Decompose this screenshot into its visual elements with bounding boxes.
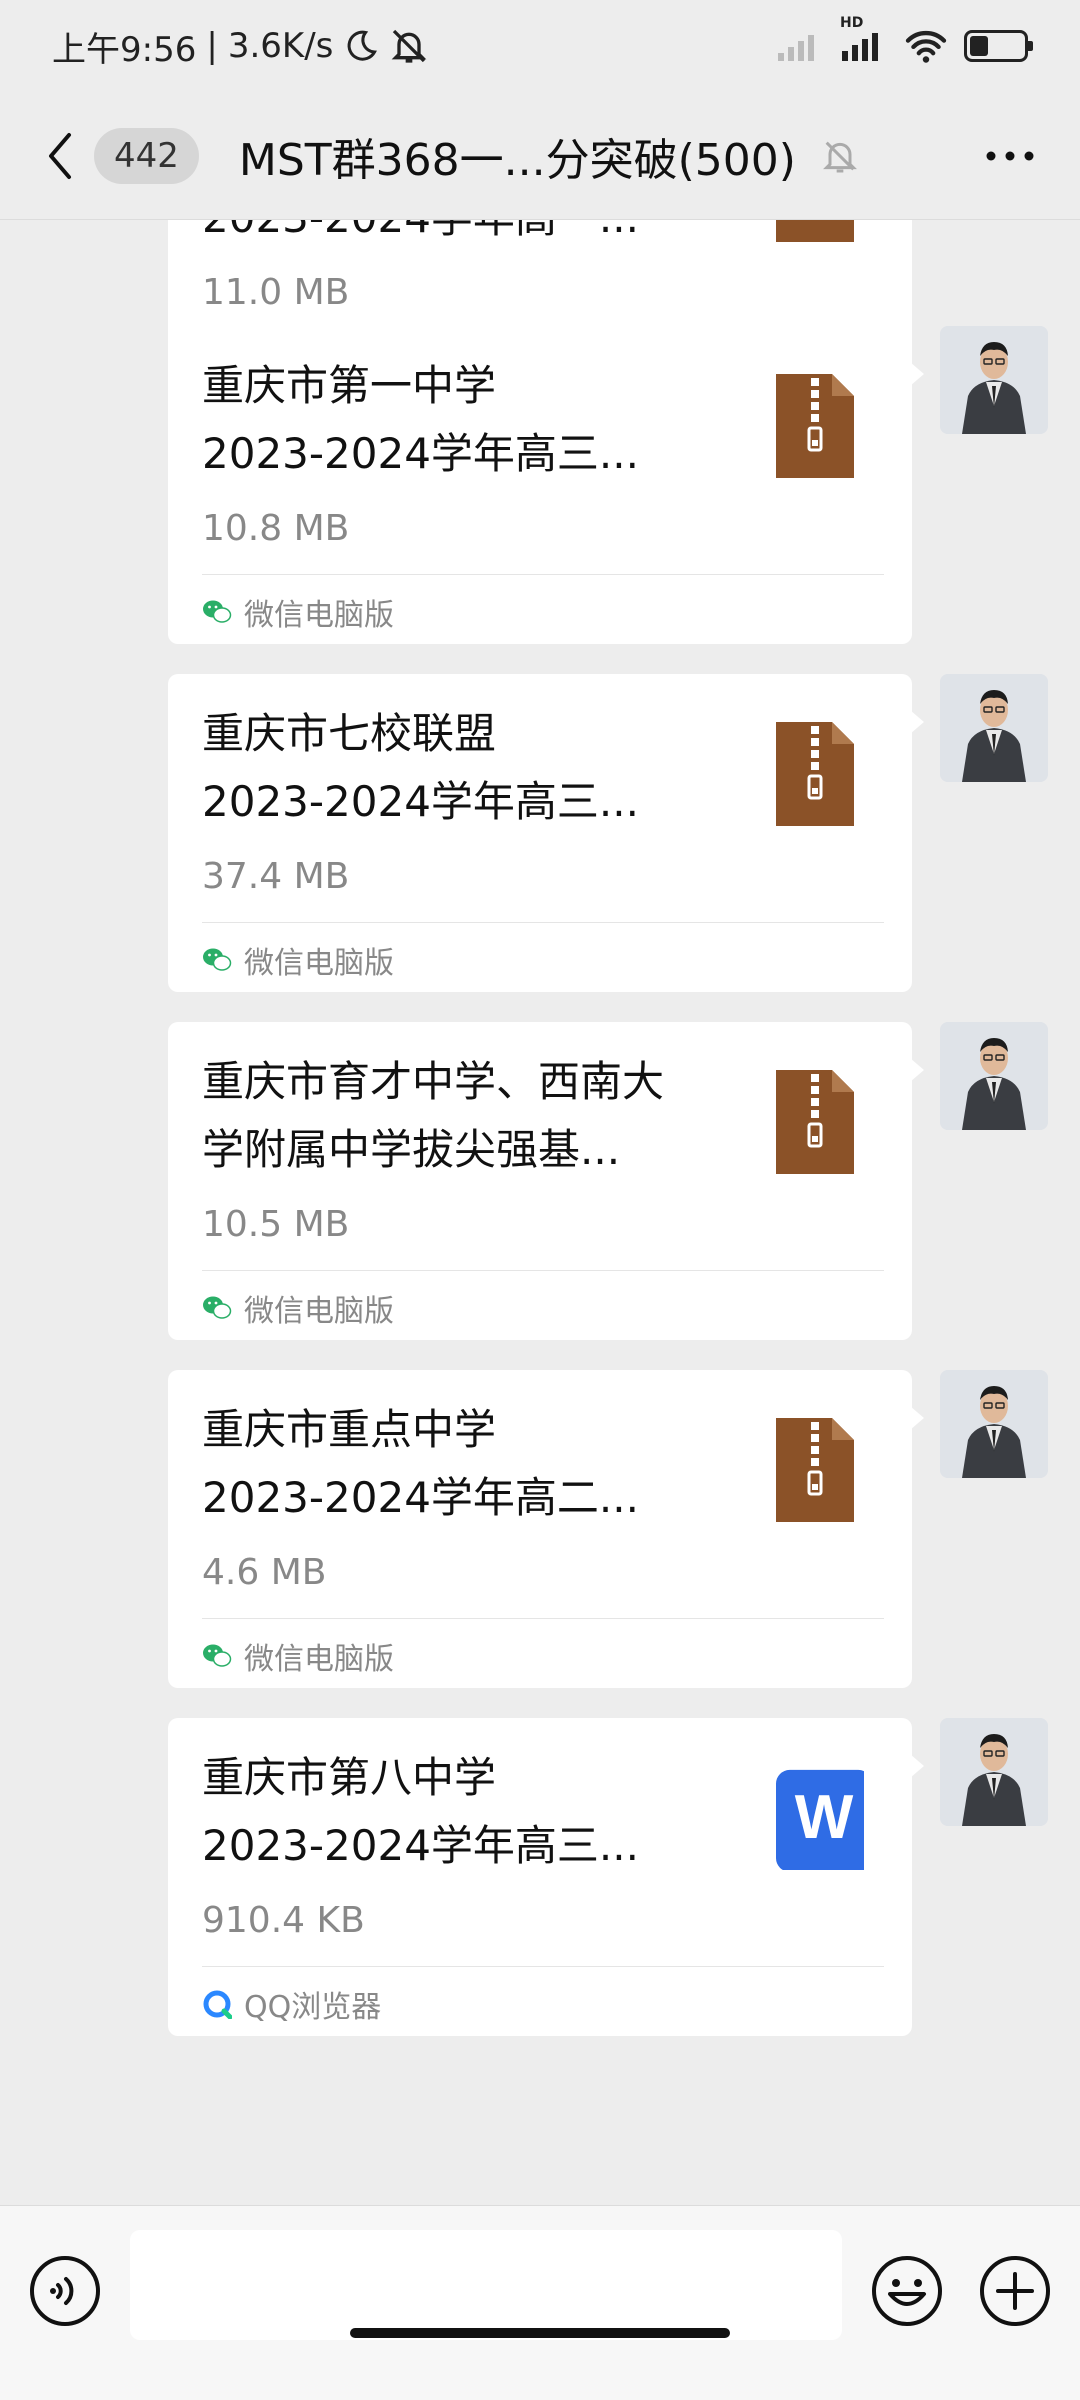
emoji-icon[interactable] (870, 2254, 944, 2328)
qq-browser-icon (203, 1990, 232, 2019)
chat-header: 442 MST群368一...分突破(500) (0, 92, 1080, 220)
card-divider (202, 1270, 884, 1271)
wechat-icon (203, 600, 232, 623)
file-name-line1: 重庆市第八中学 (202, 1753, 497, 1802)
file-source: QQ浏览器 (202, 1982, 381, 2026)
message-input[interactable] (130, 2230, 842, 2340)
file-name-line1: 重庆市重点中学 (202, 1405, 497, 1454)
file-source: 微信电脑版 (202, 1286, 394, 1330)
file-name-line2: 学附属中学拔尖强基... (202, 1125, 621, 1174)
status-separator: | (206, 26, 218, 66)
zip-file-icon (776, 220, 854, 242)
bubble-tail (910, 362, 924, 386)
file-name: 重庆市第八中学 2023-2024学年高三... (202, 1744, 742, 1880)
chat-title: MST群368一...分突破(500) (238, 134, 796, 186)
file-size: 4.6 MB (202, 1552, 327, 1593)
back-button[interactable] (30, 116, 90, 196)
file-name-line2: 2023-2024学年高一... (202, 220, 742, 252)
file-card[interactable]: 重庆市育才中学、西南大 学附属中学拔尖强基... 10.5 MB 微信电脑版 (168, 1022, 924, 1340)
avatar[interactable] (940, 326, 1048, 434)
file-name-line2: 2023-2024学年高三... (202, 777, 639, 826)
wechat-icon (203, 948, 232, 971)
file-card[interactable]: 重庆市七校联盟 2023-2024学年高三... 37.4 MB 微信电脑版 (168, 674, 924, 992)
file-card[interactable]: 重庆市重点中学 2023-2024学年高二... 4.6 MB 微信电脑版 (168, 1370, 924, 1688)
file-source-label: 微信电脑版 (244, 598, 394, 633)
file-name: 重庆市巴蜀中学 2023-2024学年高一... (202, 220, 742, 252)
file-source: 微信电脑版 (202, 938, 394, 982)
moon-icon (347, 30, 378, 61)
file-size: 10.5 MB (202, 1204, 350, 1245)
wifi-icon (905, 30, 947, 63)
more-options-button[interactable] (970, 116, 1050, 196)
hd-label: HD (840, 15, 864, 31)
file-name: 重庆市第一中学 2023-2024学年高三... (202, 352, 742, 488)
wechat-icon (203, 1296, 232, 1319)
bubble-tail (910, 1406, 924, 1430)
wechat-icon (203, 1644, 232, 1667)
input-bar (0, 2205, 1080, 2400)
file-card[interactable]: 重庆市第八中学 2023-2024学年高三... 910.4 KB W QQ浏览… (168, 1718, 924, 2036)
bubble-tail (910, 1058, 924, 1082)
file-size: 910.4 KB (202, 1900, 365, 1941)
card-divider (202, 1966, 884, 1967)
bubble-tail (910, 1754, 924, 1778)
status-time: 上午9:56 (52, 29, 197, 70)
file-size: 10.8 MB (202, 508, 350, 549)
file-source-label: 微信电脑版 (244, 1642, 394, 1677)
file-message: 重庆市育才中学、西南大 学附属中学拔尖强基... 10.5 MB 微信电脑版 (168, 1022, 1048, 1340)
bubble-tail (910, 710, 924, 734)
network-speed: 3.6K/s (227, 26, 334, 66)
zip-file-icon (776, 1070, 854, 1174)
zip-file-icon (776, 374, 854, 478)
status-bar: 上午9:56 | 3.6K/s HD (0, 0, 1080, 92)
card-divider (202, 1618, 884, 1619)
voice-input-icon[interactable] (28, 2254, 102, 2328)
file-name-line1: 重庆市育才中学、西南大 (202, 1057, 665, 1106)
avatar[interactable] (940, 1718, 1048, 1826)
battery-icon (964, 30, 1033, 62)
file-source-label: 微信电脑版 (244, 946, 394, 981)
file-card[interactable]: 重庆市第一中学 2023-2024学年高三... 10.8 MB 微信电脑版 (168, 326, 924, 644)
file-name-line1: 重庆市七校联盟 (202, 709, 497, 758)
file-source-label: QQ浏览器 (244, 1990, 382, 2025)
battery-level (970, 36, 989, 56)
file-source: 微信电脑版 (202, 590, 394, 634)
avatar[interactable] (940, 674, 1048, 782)
file-message: 重庆市第八中学 2023-2024学年高三... 910.4 KB W QQ浏览… (168, 1718, 1048, 2036)
home-indicator (350, 2328, 730, 2338)
file-source: 微信电脑版 (202, 1634, 394, 1678)
more-dots-icon (986, 151, 1034, 160)
file-message: 重庆市七校联盟 2023-2024学年高三... 37.4 MB 微信电脑版 (168, 674, 1048, 992)
word-file-icon: W (776, 1769, 864, 1870)
chat-message-list[interactable]: 重庆市巴蜀中学 2023-2024学年高一... 11.0 MB 微信电脑版 (0, 220, 1080, 2205)
file-source-label: 微信电脑版 (244, 1294, 394, 1329)
file-message: 重庆市重点中学 2023-2024学年高二... 4.6 MB 微信电脑版 (168, 1370, 1048, 1688)
avatar[interactable] (940, 1022, 1048, 1130)
file-size: 37.4 MB (202, 856, 350, 897)
signal-hd: HD (840, 15, 888, 63)
notifications-off-icon (392, 29, 427, 63)
file-name: 重庆市重点中学 2023-2024学年高二... (202, 1396, 742, 1532)
plus-more-icon[interactable] (978, 2254, 1052, 2328)
card-divider (202, 922, 884, 923)
signal-icon (778, 35, 814, 61)
zip-file-icon (776, 722, 854, 826)
avatar[interactable] (940, 1370, 1048, 1478)
card-divider (202, 574, 884, 575)
file-size: 11.0 MB (202, 272, 350, 313)
file-name-line2: 2023-2024学年高三... (202, 1821, 639, 1870)
signal-hd-icon (842, 33, 878, 61)
file-name-line2: 2023-2024学年高二... (202, 1473, 639, 1522)
file-name-line2: 2023-2024学年高三... (202, 429, 639, 478)
word-file-letter: W (795, 1783, 854, 1852)
file-name-line1: 重庆市第一中学 (202, 361, 497, 410)
file-message: 重庆市第一中学 2023-2024学年高三... 10.8 MB 微信电脑版 (168, 326, 1048, 644)
file-name: 重庆市育才中学、西南大 学附属中学拔尖强基... (202, 1048, 742, 1184)
zip-file-icon (776, 1418, 854, 1522)
mute-bell-icon (822, 141, 857, 172)
back-arrow-icon (49, 132, 71, 179)
file-name: 重庆市七校联盟 2023-2024学年高三... (202, 700, 742, 836)
unread-count-badge[interactable]: 442 (94, 127, 199, 184)
